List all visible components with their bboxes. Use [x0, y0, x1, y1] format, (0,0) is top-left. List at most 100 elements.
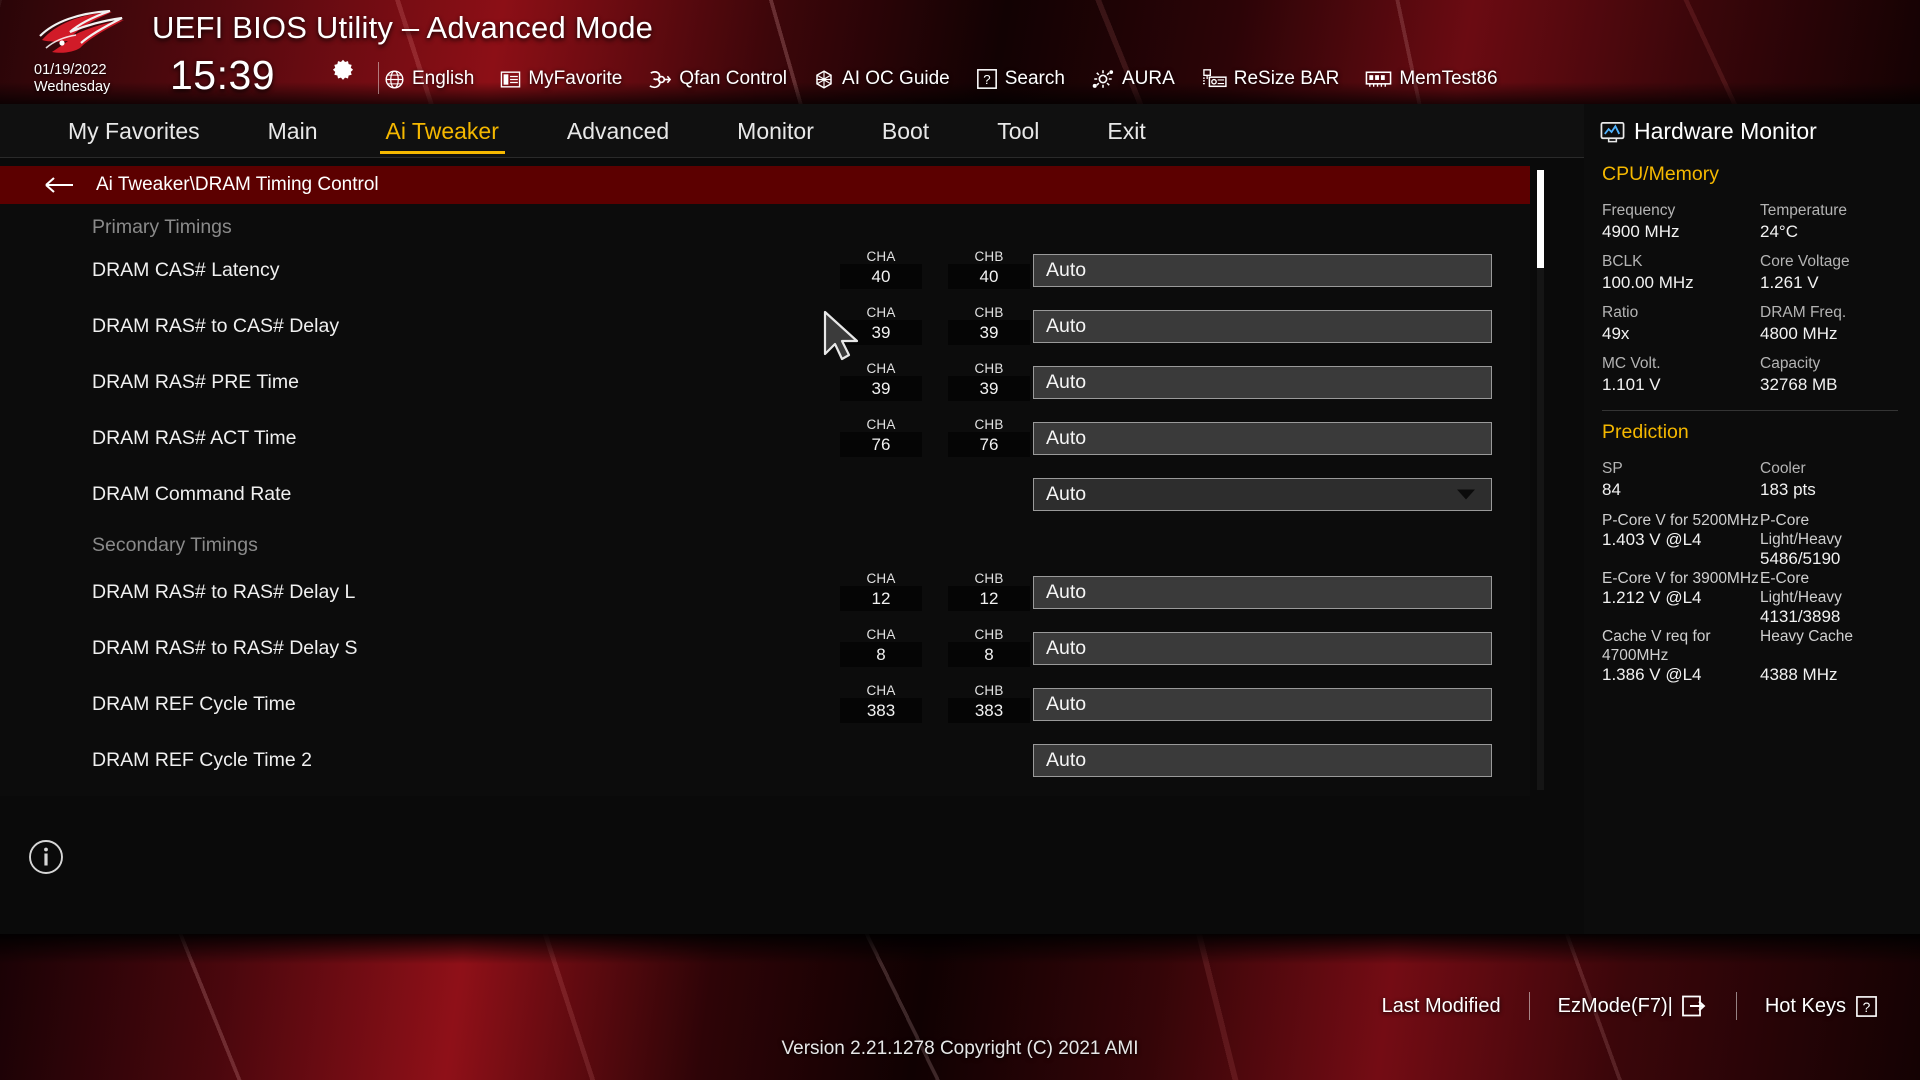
menu-item-my-favorites[interactable]: My Favorites — [62, 114, 206, 149]
chevron-down-icon — [1457, 489, 1475, 499]
back-arrow-icon[interactable] — [44, 175, 76, 195]
setting-label[interactable]: DRAM RAS# to CAS# Delay — [92, 315, 339, 338]
core-label: P-Core — [1760, 512, 1810, 529]
last-modified-button[interactable]: Last Modified — [1382, 995, 1501, 1018]
prediction-grid: SP Cooler 84 183 pts — [1584, 450, 1920, 501]
hw-value: 1.261 V — [1760, 273, 1819, 292]
breadcrumb: Ai Tweaker\DRAM Timing Control — [0, 166, 1530, 204]
prediction-core-right: Heavy Cache 4388 MHz — [1760, 627, 1920, 685]
scrollbar-thumb[interactable] — [1537, 170, 1544, 268]
channel-value: 8 — [948, 642, 1030, 667]
channel-value: 39 — [948, 320, 1030, 345]
setting-value: Auto — [1046, 637, 1087, 659]
setting-label[interactable]: DRAM RAS# to RAS# Delay S — [92, 637, 358, 660]
menu-item-ai-tweaker[interactable]: Ai Tweaker — [379, 114, 506, 154]
core-frequency: 3900MHz — [1692, 570, 1759, 587]
svg-text:?: ? — [983, 72, 990, 87]
setting-value-field[interactable]: Auto — [1033, 744, 1492, 777]
channel-value: 39 — [840, 376, 922, 401]
resize-bar-button[interactable]: ReSize BAR — [1201, 68, 1340, 90]
setting-label[interactable]: DRAM REF Cycle Time — [92, 693, 296, 716]
core-voltage: 1.403 V @L4 — [1602, 530, 1702, 549]
cpu-memory-heading: CPU/Memory — [1602, 163, 1720, 185]
menu-item-exit[interactable]: Exit — [1101, 114, 1151, 149]
channel-caption: CHA — [866, 417, 896, 432]
memtest86-button[interactable]: MemTest86 — [1365, 68, 1498, 90]
setting-dropdown[interactable]: Auto — [1033, 478, 1492, 511]
channel-caption: CHB — [974, 305, 1004, 320]
menu-item-tool[interactable]: Tool — [991, 114, 1045, 149]
setting-value-field[interactable]: Auto — [1033, 576, 1492, 609]
setting-label[interactable]: DRAM Command Rate — [92, 483, 291, 506]
gear-icon[interactable] — [330, 58, 356, 84]
setting-value-field[interactable]: Auto — [1033, 688, 1492, 721]
ai-oc-guide-button[interactable]: AI OC Guide — [813, 68, 950, 90]
setting-label[interactable]: DRAM CAS# Latency — [92, 259, 280, 282]
setting-label[interactable]: DRAM REF Cycle Time 2 — [92, 749, 312, 772]
myfavorite-button[interactable]: MyFavorite — [500, 68, 622, 90]
channel-value: 76 — [840, 432, 922, 457]
qfan-control-button[interactable]: Qfan Control — [648, 68, 787, 90]
setting-value: Auto — [1046, 427, 1087, 449]
setting-value: Auto — [1046, 259, 1087, 281]
core-voltage: 1.386 V @L4 — [1602, 665, 1702, 684]
core-label: E-Core V for — [1602, 570, 1689, 587]
last-modified-label: Last Modified — [1381, 994, 1501, 1017]
setting-value-field[interactable]: Auto — [1033, 310, 1492, 343]
menu-item-advanced[interactable]: Advanced — [561, 114, 675, 149]
channel-value: 383 — [948, 698, 1030, 723]
aura-button[interactable]: AURA — [1091, 68, 1175, 90]
channel-caption: CHB — [974, 417, 1004, 432]
globe-icon — [385, 69, 404, 89]
hw-value: 1.101 V — [1602, 375, 1661, 394]
setting-label[interactable]: DRAM RAS# to RAS# Delay L — [92, 581, 355, 604]
setting-label[interactable]: DRAM RAS# PRE Time — [92, 371, 299, 394]
setting-value: Auto — [1046, 749, 1087, 771]
channel-caption: CHA — [866, 571, 896, 586]
resize-bar-label: ReSize BAR — [1233, 68, 1340, 89]
bios-screen: UEFI BIOS Utility – Advanced Mode 01/19/… — [0, 0, 1920, 1080]
setting-value: Auto — [1046, 315, 1087, 337]
setting-value-field[interactable]: Auto — [1033, 632, 1492, 665]
channel-value: 40 — [948, 264, 1030, 289]
ezmode-button[interactable]: EzMode(F7)| — [1558, 995, 1708, 1018]
breadcrumb-path: Ai Tweaker\DRAM Timing Control — [96, 174, 379, 195]
hw-key: Ratio — [1602, 304, 1639, 321]
menu-item-boot[interactable]: Boot — [876, 114, 935, 149]
language-label: English — [412, 68, 475, 89]
core-clock: 4131/3898 — [1760, 607, 1841, 626]
info-icon[interactable] — [27, 838, 65, 876]
channel-readout-cha: CHA 39 — [840, 361, 922, 401]
header-divider — [378, 62, 379, 94]
footer-actions: Last Modified EzMode(F7)| Hot Keys ? — [0, 982, 1920, 1030]
memtest86-label: MemTest86 — [1399, 68, 1498, 89]
channel-value: 12 — [948, 586, 1030, 611]
footer-divider-2 — [1735, 992, 1737, 1020]
menu-item-main[interactable]: Main — [262, 114, 324, 149]
setting-label[interactable]: DRAM RAS# ACT Time — [92, 427, 296, 450]
clock-display: 15:39 — [170, 52, 276, 98]
hotkeys-button[interactable]: Hot Keys ? — [1765, 995, 1878, 1018]
weekday-value: Wednesday — [34, 79, 111, 95]
setting-value-field[interactable]: Auto — [1033, 366, 1492, 399]
setting-value-field[interactable]: Auto — [1033, 254, 1492, 287]
prediction-cores-grid: P-Core V for 5200MHz 1.403 V @L4 P-Core Lig… — [1584, 501, 1920, 685]
hardware-monitor-panel: Hardware Monitor CPU/Memory Frequency Tem… — [1584, 104, 1920, 934]
channel-value: 383 — [840, 698, 922, 723]
app-title: UEFI BIOS Utility – Advanced Mode — [152, 10, 654, 45]
memory-module-icon — [1366, 71, 1392, 87]
gpu-card-icon — [1202, 69, 1227, 88]
search-button[interactable]: ? Search — [976, 68, 1065, 90]
channel-caption: CHB — [974, 627, 1004, 642]
channel-readout-cha: CHA 40 — [840, 249, 922, 289]
channel-readout-cha: CHA 383 — [840, 683, 922, 723]
title-banner: UEFI BIOS Utility – Advanced Mode 01/19/… — [0, 0, 1920, 108]
date-display: 01/19/2022 Wednesday — [34, 62, 110, 96]
setting-value-field[interactable]: Auto — [1033, 422, 1492, 455]
hw-value: 49x — [1602, 324, 1630, 343]
language-button[interactable]: English — [384, 68, 474, 90]
core-clock: 4388 MHz — [1760, 665, 1838, 684]
channel-readout-cha: CHA 76 — [840, 417, 922, 457]
channel-caption: CHB — [974, 571, 1004, 586]
menu-item-monitor[interactable]: Monitor — [731, 114, 820, 149]
